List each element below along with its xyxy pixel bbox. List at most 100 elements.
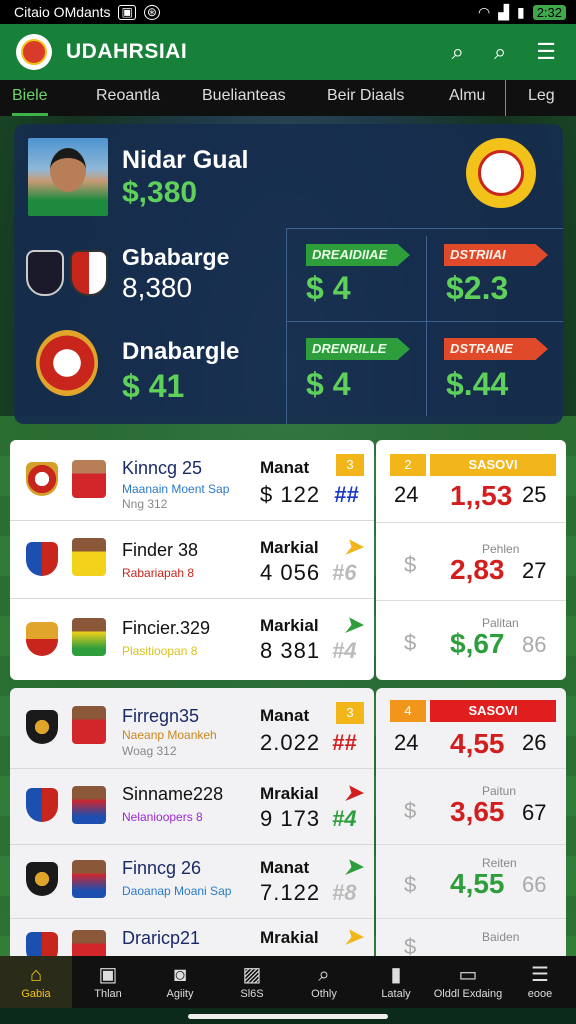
nav-label: Othly xyxy=(311,988,337,1000)
nav-othly[interactable]: ⌕ Othly xyxy=(288,956,360,1008)
tab-almu[interactable]: Almu xyxy=(449,80,485,116)
team-crest-icon xyxy=(70,250,108,296)
player-name: Nidar Gual xyxy=(122,146,249,174)
odds-header: SASOVI xyxy=(430,700,556,722)
odds-number: 86 xyxy=(522,632,547,657)
divider xyxy=(376,918,566,919)
tab-reoantla[interactable]: Reoantla xyxy=(96,80,160,116)
nav-label: Agiity xyxy=(166,988,194,1000)
tab-biele[interactable]: Biele xyxy=(12,80,48,116)
rank-tag: 2 xyxy=(390,454,426,476)
row1-name: Gbabarge xyxy=(122,244,230,270)
nav-exdaing[interactable]: ▭ Olddl Exdaing xyxy=(432,956,504,1008)
odds-main[interactable]: 4,55 xyxy=(450,728,505,760)
team-crest-icon xyxy=(26,710,58,744)
nav-sl6s[interactable]: ▨ Sl6S xyxy=(216,956,288,1008)
divider xyxy=(376,768,566,769)
odds-number: 25 xyxy=(522,482,547,507)
tab-leg[interactable]: Leg xyxy=(505,80,555,116)
list-menu-icon[interactable]: ☰ xyxy=(536,39,556,65)
odds-badge: DRENRILLE xyxy=(306,338,410,360)
odds-main[interactable]: $,67 xyxy=(450,628,505,660)
table-row[interactable]: Finder 38 Rabariapah 8 Markial 4 056 ➤ #… xyxy=(10,520,374,599)
table-row[interactable]: Fincier.329 Plasitioopan 8 Markial 8 381… xyxy=(10,598,374,680)
divider xyxy=(376,844,566,845)
market-label: Markial xyxy=(260,616,319,635)
odds-value[interactable]: $.44 xyxy=(446,366,508,403)
team-crest-icon xyxy=(26,622,58,656)
nav-label: Gabia xyxy=(21,988,51,1000)
odds-number: 24 xyxy=(394,730,419,755)
tab-beir-diaals[interactable]: Beir Diaals xyxy=(327,80,404,116)
odds-main[interactable]: 2,83 xyxy=(450,554,505,586)
odds-main[interactable]: 3,65 xyxy=(450,796,505,828)
nav-home[interactable]: ⌂ Gabia xyxy=(0,956,72,1008)
row1-value: 8,380 xyxy=(122,272,193,303)
tab-buelianteas[interactable]: Buelianteas xyxy=(202,80,286,116)
table-row[interactable]: Draricp21 Mrakial ➤ xyxy=(10,918,374,956)
trend-arrow-icon: ➤ xyxy=(344,780,363,805)
nav-label: Olddl Exdaing xyxy=(433,988,503,1000)
currency-icon: $ xyxy=(404,552,417,577)
player-avatar xyxy=(72,930,106,956)
trend-arrow-icon: ➤ xyxy=(344,854,363,879)
divider xyxy=(286,321,563,322)
market-label: Manat xyxy=(260,458,310,477)
team-crest-icon xyxy=(26,462,58,496)
table-row[interactable]: Sinname228 Nelanioopers 8 Mrakial 9 173 … xyxy=(10,768,374,845)
nav-lataly[interactable]: ▮ Lataly xyxy=(360,956,432,1008)
nav-label: Lataly xyxy=(381,988,411,1000)
hash-mark: #8 xyxy=(332,880,357,905)
nav-agiity[interactable]: ◙ Agiity xyxy=(144,956,216,1008)
market-value: 8 381 xyxy=(260,638,321,663)
clock: 2:32 xyxy=(532,4,566,20)
team-crest-icon xyxy=(26,932,58,956)
market-label: Manat xyxy=(260,706,310,725)
home-indicator[interactable] xyxy=(188,1014,388,1019)
row2-name: Dnabargle xyxy=(122,338,240,365)
odds-main[interactable]: 4,55 xyxy=(450,868,505,900)
market-value: $ 122 xyxy=(260,482,321,507)
status-bar: Citaio OMdants ▣ ⊛ ◠ ▟ ▮ 2:32 xyxy=(0,0,576,24)
trend-arrow-icon: ➤ xyxy=(344,612,363,637)
odds-card: 2 SASOVI 24 1,,53 25 $ Pehlen 2,83 27 $ … xyxy=(376,440,566,680)
search-icon: ⌕ xyxy=(318,964,330,986)
player-avatar xyxy=(72,706,106,744)
search-alt-icon[interactable]: ⌕ xyxy=(494,39,506,65)
table-row[interactable]: Firregn35 Naeanp Moankeh Woag 312 Manat … xyxy=(10,688,374,769)
menu-icon: ☰ xyxy=(531,964,549,986)
player-value: $,380 xyxy=(122,176,198,209)
trend-arrow-icon: ➤ xyxy=(344,534,363,559)
player-name: Sinname228 xyxy=(122,784,224,804)
odds-main[interactable]: 1,,53 xyxy=(450,480,512,512)
rank-tag: 3 xyxy=(336,702,364,724)
odds-number: 26 xyxy=(522,730,547,755)
nav-thlan[interactable]: ▣ Thlan xyxy=(72,956,144,1008)
table-row[interactable]: Kinncg 25 Maanain Moent Sap Nng 312 Mana… xyxy=(10,440,374,521)
featured-player-card[interactable]: Nidar Gual $,380 Gbabarge 8,380 Dnabargl… xyxy=(14,124,563,424)
hash-mark: #4 xyxy=(332,806,357,831)
player-meta: Woag 312 xyxy=(122,744,177,758)
table-row[interactable]: Finncg 26 Daoanap Moani Sap Manat 7.122 … xyxy=(10,844,374,919)
nav-more[interactable]: ☰ eooe xyxy=(504,956,576,1008)
market-value: 7.122 xyxy=(260,880,321,905)
odds-header: SASOVI xyxy=(430,454,556,476)
currency-icon: $ xyxy=(404,630,417,655)
odds-badge: DREAIDIIAE xyxy=(306,244,410,266)
player-team: Daoanap Moani Sap xyxy=(122,884,232,898)
odds-badge: DSTRANE xyxy=(444,338,548,360)
odds-number: 27 xyxy=(522,558,547,583)
divider xyxy=(426,236,427,416)
player-name: Firregn35 xyxy=(122,706,200,726)
pin-icon: ▮ xyxy=(390,964,402,986)
odds-value[interactable]: $2.3 xyxy=(446,270,508,307)
odds-value[interactable]: $ 4 xyxy=(306,366,350,403)
player-name: Kinncg 25 xyxy=(122,458,203,478)
currency-icon: $ xyxy=(404,872,417,897)
odds-value[interactable]: $ 4 xyxy=(306,270,350,307)
player-team: Rabariapah 8 xyxy=(122,566,195,580)
notification-icon: ▣ xyxy=(118,4,136,20)
player-team: Naeanp Moankeh xyxy=(122,728,217,742)
team-crest-icon xyxy=(26,250,64,296)
search-icon[interactable]: ⌕ xyxy=(452,39,464,65)
